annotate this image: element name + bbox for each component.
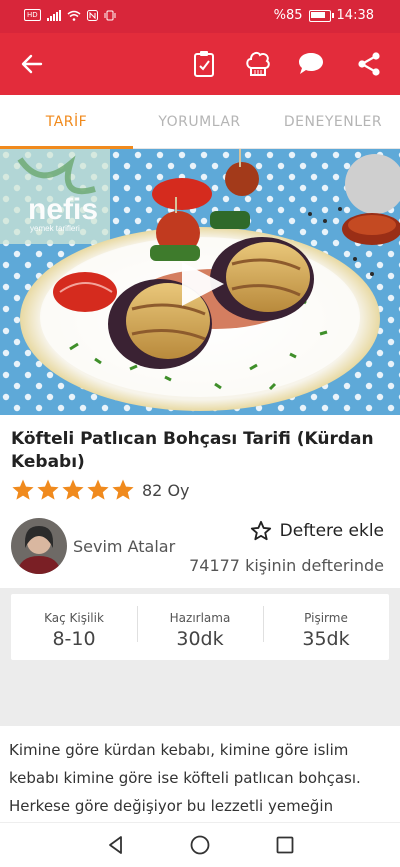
system-nav-bar <box>0 822 400 867</box>
app-bar <box>0 33 400 95</box>
hd-chip: HD <box>24 9 41 21</box>
star-outline-icon <box>250 520 271 541</box>
add-to-notebook-label: Deftere ekle <box>279 521 384 541</box>
tab-recipe[interactable]: TARİF <box>0 95 133 148</box>
nefis-logo-watermark: nefis <box>28 193 98 226</box>
info-value: 30dk <box>176 628 224 650</box>
battery-percent: %85 <box>273 8 303 23</box>
nefis-logo-subtitle: yemek tarifleri <box>30 224 80 233</box>
share-icon[interactable] <box>351 46 387 82</box>
wifi-icon <box>67 10 81 21</box>
info-label: Pişirme <box>304 611 348 625</box>
info-label: Kaç Kişilik <box>44 611 104 625</box>
recents-square-icon[interactable] <box>273 833 297 857</box>
home-circle-icon[interactable] <box>188 833 212 857</box>
tab-comments[interactable]: YORUMLAR <box>133 95 266 148</box>
play-video-icon[interactable] <box>170 252 234 316</box>
back-arrow-icon[interactable] <box>14 46 50 82</box>
star-icon <box>112 479 134 500</box>
notebook-count: 74177 kişinin defterinde <box>189 556 384 575</box>
recipe-info-card: Kaç Kişilik 8-10 Hazırlama 30dk Pişirme … <box>11 594 389 660</box>
star-icon <box>12 479 34 500</box>
info-section: Kaç Kişilik 8-10 Hazırlama 30dk Pişirme … <box>0 588 400 726</box>
notebook-check-icon[interactable] <box>186 46 222 82</box>
avatar[interactable] <box>11 518 67 574</box>
recipe-description: Kimine göre kürdan kebabı, kimine göre i… <box>0 726 400 824</box>
rating: 82 Oy <box>11 478 190 502</box>
info-servings: Kaç Kişilik 8-10 <box>11 594 137 660</box>
nfc-icon <box>86 9 98 21</box>
author-name[interactable]: Sevim Atalar <box>73 537 175 556</box>
star-icon <box>37 479 59 500</box>
status-bar: HD %85 14:38 <box>0 0 400 33</box>
chat-bubble-icon[interactable] <box>293 46 329 82</box>
signal-icon <box>46 9 61 21</box>
battery-icon <box>308 9 334 22</box>
info-value: 35dk <box>302 628 350 650</box>
info-prep-time: Hazırlama 30dk <box>137 594 263 660</box>
description-text: Kimine göre kürdan kebabı, kimine göre i… <box>9 741 361 815</box>
clock: 14:38 <box>336 8 374 23</box>
info-cook-time: Pişirme 35dk <box>263 594 389 660</box>
info-label: Hazırlama <box>169 611 231 625</box>
back-triangle-icon[interactable] <box>104 833 128 857</box>
tab-bar: TARİF YORUMLAR DENEYENLER <box>0 95 400 149</box>
add-to-notebook-button[interactable]: Deftere ekle <box>250 520 384 542</box>
chef-hat-icon[interactable] <box>240 46 276 82</box>
info-value: 8-10 <box>52 628 96 650</box>
vibrate-icon <box>104 10 116 20</box>
star-icon <box>62 479 84 500</box>
star-icon <box>87 479 109 500</box>
recipe-title: Köfteli Patlıcan Bohçası Tarifi (Kürdan … <box>11 429 374 472</box>
vote-count: 82 Oy <box>142 480 190 500</box>
tab-tried-by[interactable]: DENEYENLER <box>266 95 400 148</box>
author: Sevim Atalar <box>11 518 175 574</box>
